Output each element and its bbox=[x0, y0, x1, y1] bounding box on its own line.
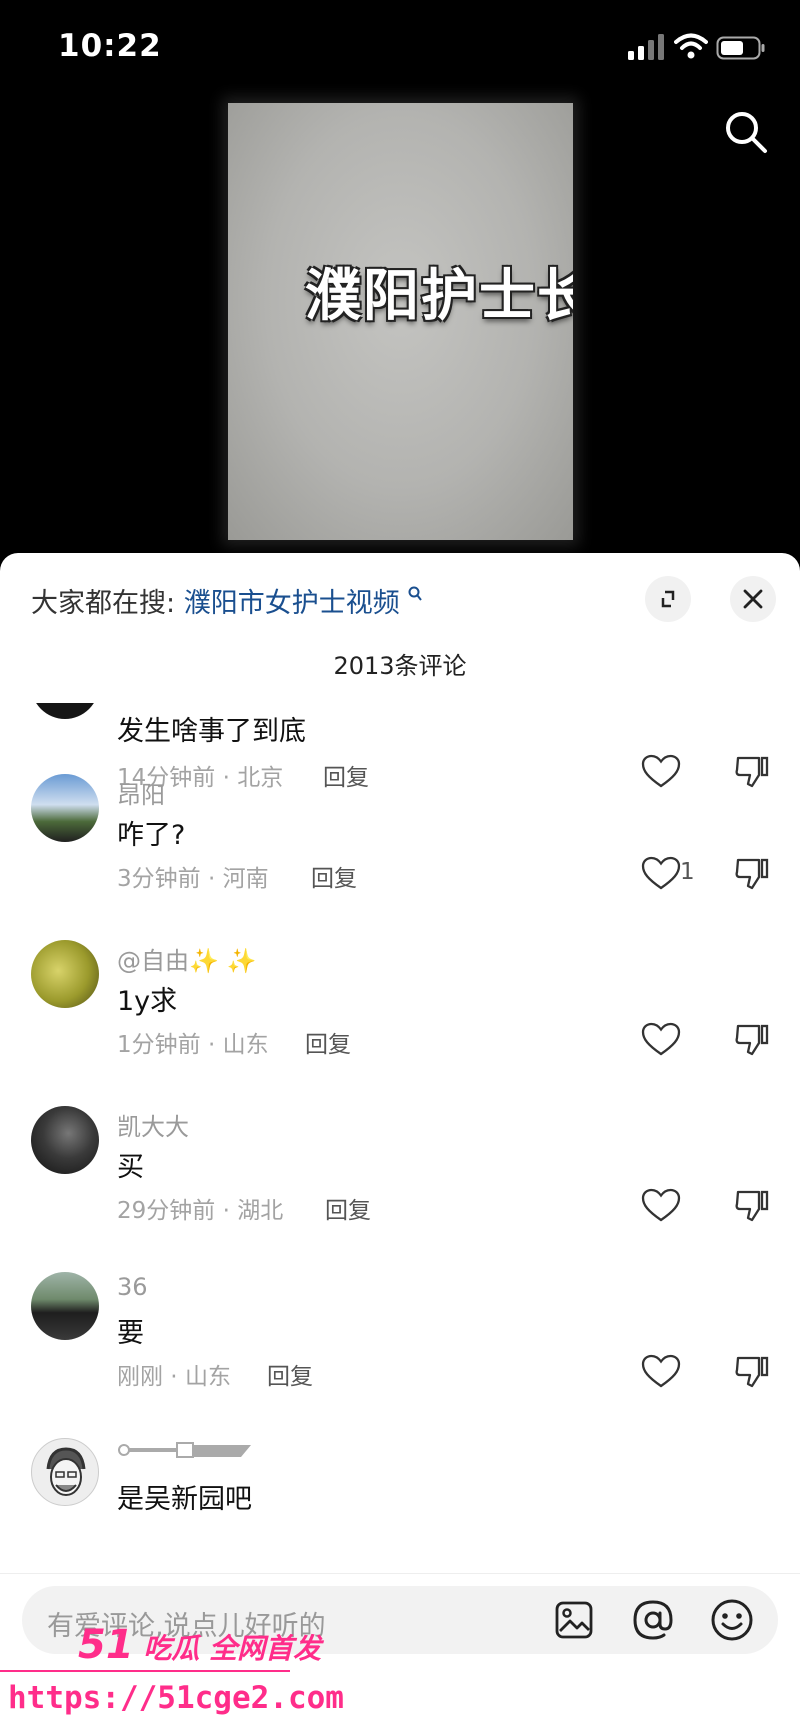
mention-icon[interactable] bbox=[632, 1598, 674, 1642]
reply-button[interactable]: 回复 bbox=[305, 1025, 351, 1059]
dislike-icon[interactable] bbox=[732, 1187, 772, 1223]
comment-time: 刚刚 bbox=[117, 1364, 163, 1390]
comment-text: 买 bbox=[117, 1152, 144, 1183]
comment-item: @自由✨ ✨ 1y求 1分钟前 · 山东 回复 bbox=[0, 935, 800, 1095]
cellular-signal-icon bbox=[628, 34, 664, 60]
comment-meta: 1分钟前 · 山东 bbox=[117, 1032, 269, 1058]
comment-username[interactable]: @自由✨ ✨ bbox=[117, 941, 256, 976]
avatar[interactable] bbox=[31, 1272, 99, 1340]
comment-text: 是吴新园吧 bbox=[117, 1484, 252, 1515]
close-button[interactable] bbox=[730, 576, 776, 622]
comment-location: 山东 bbox=[222, 1032, 269, 1058]
comment-meta: 29分钟前 · 湖北 bbox=[117, 1198, 284, 1224]
search-icon[interactable] bbox=[722, 108, 770, 156]
reply-button[interactable]: 回复 bbox=[311, 859, 357, 893]
watermark-number: 51 bbox=[78, 1622, 134, 1668]
comment-username[interactable] bbox=[117, 1439, 251, 1467]
like-icon[interactable] bbox=[640, 1353, 682, 1389]
close-icon bbox=[743, 589, 763, 609]
comment-username[interactable]: 凯大大 bbox=[117, 1107, 189, 1142]
comment-username[interactable]: 昂阳 bbox=[117, 775, 165, 810]
comment-item: 凯大大 买 29分钟前 · 湖北 回复 bbox=[0, 1101, 800, 1261]
dislike-icon[interactable] bbox=[732, 855, 772, 891]
comment-meta: 刚刚 · 山东 bbox=[117, 1364, 231, 1390]
avatar[interactable] bbox=[31, 1438, 99, 1506]
comment-text: 咋了? bbox=[117, 820, 186, 851]
avatar-sketch-icon bbox=[46, 1447, 86, 1496]
hot-search-prefix: 大家都在搜: bbox=[31, 588, 176, 619]
status-bar: 10:22 bbox=[0, 0, 800, 100]
video-caption: 濮阳护士长 bbox=[305, 264, 573, 329]
watermark-brand: 51 吃瓜 全网首发 bbox=[78, 1622, 321, 1668]
comment-meta: 3分钟前 · 河南 bbox=[117, 866, 269, 892]
avatar[interactable] bbox=[31, 1106, 99, 1174]
avatar[interactable] bbox=[31, 703, 99, 719]
reply-button[interactable]: 回复 bbox=[267, 1357, 313, 1391]
comment-time: 29分钟前 bbox=[117, 1198, 216, 1224]
like-icon[interactable] bbox=[640, 1021, 682, 1057]
avatar[interactable] bbox=[31, 940, 99, 1008]
comment-location: 河南 bbox=[222, 866, 269, 892]
dislike-icon[interactable] bbox=[732, 1353, 772, 1389]
username-graphic-icon bbox=[118, 1442, 251, 1458]
comment-item: 36 要 刚刚 · 山东 回复 bbox=[0, 1267, 800, 1427]
comment-username[interactable]: 36 bbox=[117, 1273, 148, 1301]
reply-button[interactable]: 回复 bbox=[325, 1191, 371, 1225]
like-icon[interactable] bbox=[640, 855, 682, 891]
comment-text: 要 bbox=[117, 1318, 144, 1349]
image-icon[interactable] bbox=[554, 1600, 594, 1640]
battery-icon bbox=[716, 36, 765, 60]
comment-text: 发生啥事了到底 bbox=[117, 716, 306, 747]
expand-icon bbox=[661, 590, 675, 608]
like-icon[interactable] bbox=[640, 1187, 682, 1223]
search-small-icon bbox=[408, 586, 423, 601]
comment-item: 是吴新园吧 bbox=[0, 1433, 800, 1578]
comment-item: 昂阳 咋了? 3分钟前 · 河南 回复 1 bbox=[0, 769, 800, 929]
watermark-url: https://51cge2.com bbox=[8, 1680, 344, 1716]
comment-count: 2013条评论 bbox=[333, 652, 467, 680]
comment-item: 发生啥事了到底 14分钟前 · 北京 回复 bbox=[0, 703, 800, 791]
hot-search-bar[interactable]: 大家都在搜: 濮阳市女护士视频 bbox=[31, 581, 423, 620]
watermark-text: 吃瓜 全网首发 bbox=[143, 1632, 322, 1665]
comment-text: 1y求 bbox=[117, 986, 178, 1017]
comment-list[interactable]: 发生啥事了到底 14分钟前 · 北京 回复 昂阳 咋了? 3分钟前 · 河南 回… bbox=[0, 703, 800, 1578]
wifi-icon bbox=[674, 33, 708, 59]
video-player[interactable]: 濮阳护士长 bbox=[228, 103, 573, 540]
comments-panel: 大家都在搜: 濮阳市女护士视频 2013条评论 发生啥事了到底 14分钟前 · … bbox=[0, 553, 800, 1731]
watermark-divider bbox=[0, 1670, 290, 1672]
comment-time: 3分钟前 bbox=[117, 866, 201, 892]
status-time: 10:22 bbox=[58, 28, 162, 64]
hot-search-keyword[interactable]: 濮阳市女护士视频 bbox=[184, 588, 400, 619]
emoji-icon[interactable] bbox=[710, 1598, 754, 1642]
comment-location: 山东 bbox=[184, 1364, 231, 1390]
like-count: 1 bbox=[680, 859, 695, 885]
comment-time: 1分钟前 bbox=[117, 1032, 201, 1058]
expand-button[interactable] bbox=[645, 576, 691, 622]
comment-location: 湖北 bbox=[237, 1198, 284, 1224]
dislike-icon[interactable] bbox=[732, 1021, 772, 1057]
avatar[interactable] bbox=[31, 774, 99, 842]
